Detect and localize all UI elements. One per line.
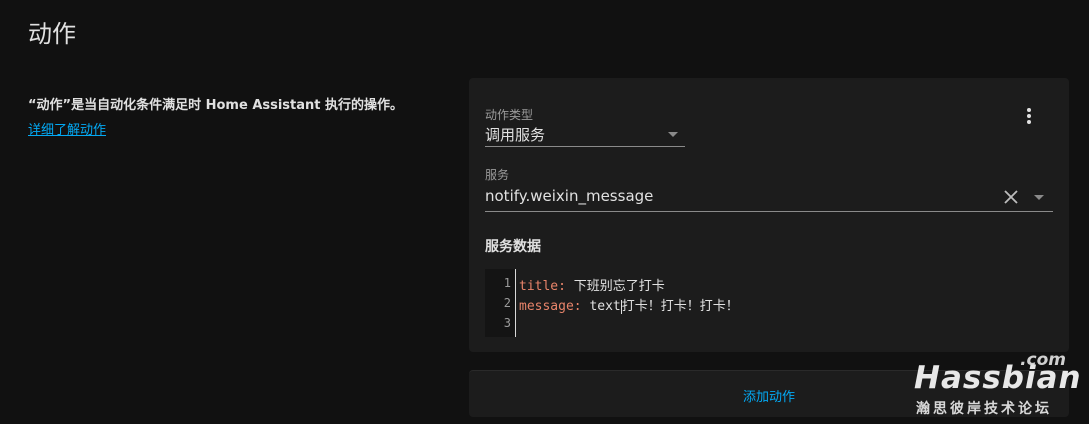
yaml-value-part: text	[589, 299, 621, 314]
yaml-code-editor[interactable]: 1 2 3 title: 下班别忘了打卡 message: text打卡！打卡！…	[485, 269, 1053, 337]
action-type-label: 动作类型	[485, 108, 534, 122]
yaml-value-part: 打卡！打卡！打卡！	[621, 299, 739, 314]
action-type-value[interactable]: 调用服务	[485, 124, 545, 145]
line-number-gutter: 1 2 3	[485, 269, 516, 337]
watermark-com: .com	[1020, 350, 1066, 370]
code-line-1[interactable]: title: 下班别忘了打卡	[519, 275, 665, 294]
service-data-title: 服务数据	[485, 239, 541, 255]
line-number: 3	[503, 316, 511, 330]
action-type-underline	[485, 146, 685, 147]
yaml-separator: :	[558, 279, 574, 294]
code-line-2[interactable]: message: text打卡！打卡！打卡！	[519, 295, 739, 314]
yaml-value: 下班别忘了打卡	[573, 279, 665, 294]
yaml-key: title	[519, 279, 559, 294]
service-underline	[485, 211, 1053, 212]
learn-more-link[interactable]: 详细了解动作	[28, 119, 106, 138]
line-number: 2	[503, 296, 511, 310]
yaml-separator: :	[573, 299, 590, 314]
action-card: 动作类型 调用服务 服务 notify.weixin_message 服务数据 …	[469, 78, 1069, 352]
actions-description: “动作”是当自动化条件满足时 Home Assistant 执行的操作。	[28, 98, 404, 113]
add-action-button[interactable]: 添加动作	[469, 385, 1069, 406]
yaml-key: message	[519, 299, 574, 314]
page-title: 动作	[28, 20, 76, 48]
service-label: 服务	[485, 168, 510, 182]
action-type-dropdown-icon[interactable]	[668, 132, 678, 137]
service-input[interactable]: notify.weixin_message	[485, 187, 653, 205]
add-action-card: 添加动作	[469, 370, 1069, 417]
close-icon[interactable]	[1002, 188, 1020, 206]
service-dropdown-icon[interactable]	[1034, 195, 1044, 200]
line-number: 1	[503, 276, 511, 290]
more-vertical-icon[interactable]	[1022, 108, 1036, 130]
